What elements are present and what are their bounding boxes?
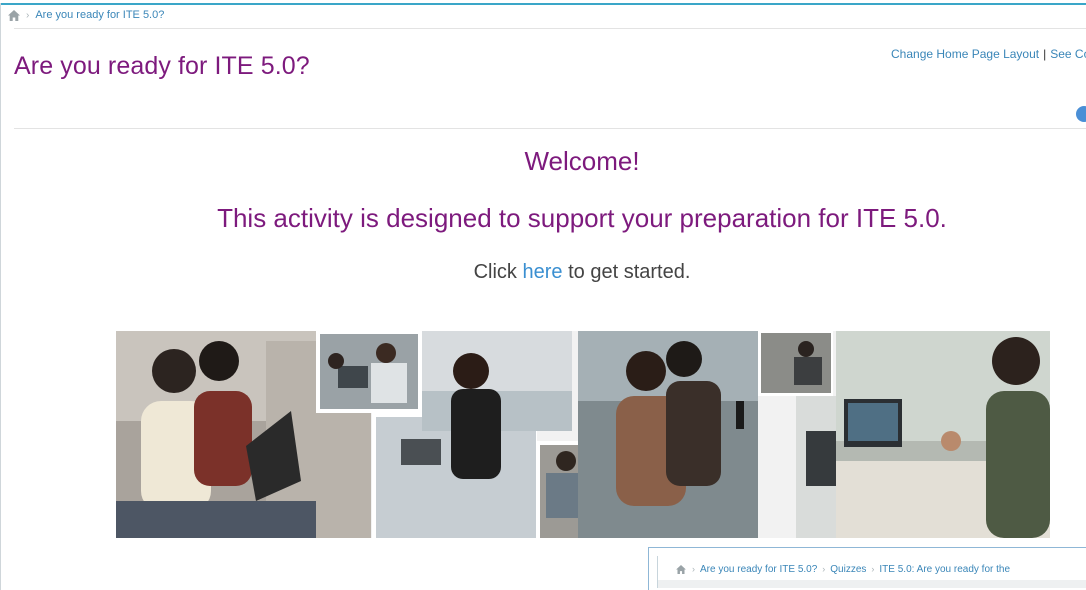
title-divider [14, 128, 1086, 129]
breadcrumb: › Are you ready for ITE 5.0? [8, 7, 164, 23]
breadcrumb-link-course[interactable]: Are you ready for ITE 5.0? [35, 9, 164, 21]
overlay-content: › Are you ready for ITE 5.0? › Quizzes ›… [657, 556, 1086, 588]
overlay-breadcrumb-quizzes[interactable]: Quizzes [830, 564, 866, 575]
change-home-page-layout-link[interactable]: Change Home Page Layout [891, 47, 1039, 61]
cta-prefix: Click [473, 261, 517, 283]
welcome-subheading: This activity is designed to support you… [217, 203, 947, 233]
breadcrumb-separator-icon: › [822, 564, 826, 574]
home-icon[interactable] [676, 564, 686, 574]
get-started-link[interactable]: here [523, 261, 563, 283]
breadcrumb-separator-icon: › [26, 9, 30, 21]
banner-image [116, 331, 1050, 538]
see-more-link[interactable]: See Co [1050, 47, 1086, 61]
get-started-text: Click here to get started. [0, 261, 1086, 284]
cta-suffix: to get started. [568, 261, 691, 283]
overlay-breadcrumb-quiz[interactable]: ITE 5.0: Are you ready for the [879, 564, 1010, 575]
overlay-breadcrumb-course[interactable]: Are you ready for ITE 5.0? [700, 564, 817, 575]
banner-collage [116, 331, 1050, 538]
overlay-window: › Are you ready for ITE 5.0? › Quizzes ›… [648, 547, 1086, 590]
breadcrumb-separator-icon: › [692, 564, 695, 574]
page-title: Are you ready for ITE 5.0? [14, 52, 310, 80]
breadcrumb-separator-icon: › [871, 564, 875, 574]
help-icon[interactable] [1076, 106, 1086, 122]
top-links: Change Home Page Layout |See Co [891, 47, 1086, 61]
window-top-border [0, 3, 1086, 5]
home-icon[interactable] [8, 9, 20, 21]
overlay-breadcrumb: › Are you ready for ITE 5.0? › Quizzes ›… [658, 560, 1086, 578]
welcome-heading: Welcome! [524, 146, 640, 176]
overlay-subbar [658, 580, 1086, 588]
breadcrumb-divider [14, 28, 1086, 29]
window-left-border [0, 3, 1, 590]
link-separator: | [1043, 47, 1047, 61]
